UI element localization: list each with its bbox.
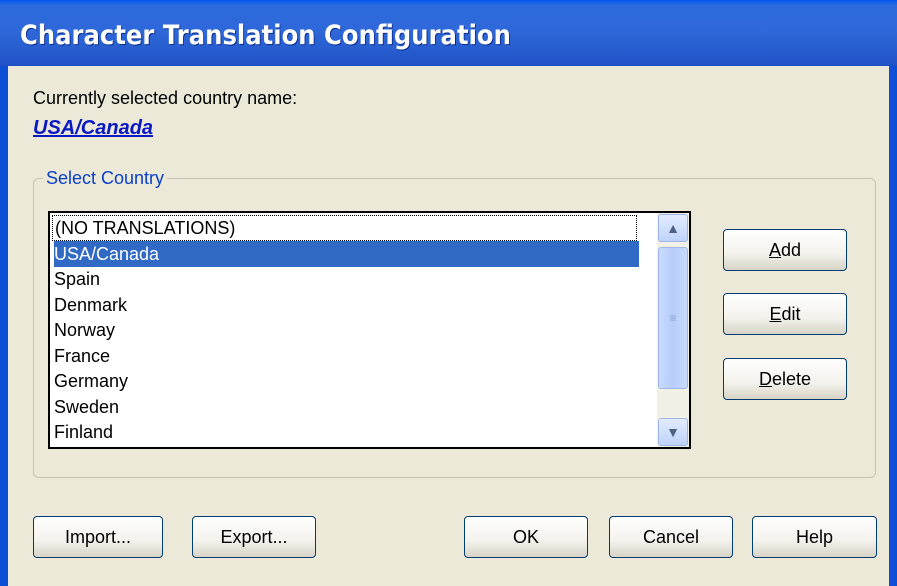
chevron-up-icon[interactable]: ▲ <box>658 214 688 242</box>
edit-button-mnemonic: E <box>769 304 782 324</box>
list-item[interactable]: (NO TRANSLATIONS) <box>52 215 637 241</box>
list-item[interactable]: USA/Canada <box>54 240 639 267</box>
export-button[interactable]: Export... <box>192 516 316 558</box>
list-item[interactable]: Norway <box>54 317 639 343</box>
chevron-down-icon[interactable]: ▼ <box>658 418 688 446</box>
window-title: Character Translation Configuration <box>20 20 511 51</box>
current-country-value: USA/Canada <box>33 117 154 139</box>
list-item[interactable]: Denmark <box>54 292 639 318</box>
delete-button-label: elete <box>771 369 812 389</box>
import-button[interactable]: Import... <box>33 516 163 558</box>
ok-button[interactable]: OK <box>464 516 588 558</box>
list-item[interactable]: Spain <box>54 266 639 292</box>
listbox-scrollbar[interactable]: ▲ ≡ ▼ <box>657 213 689 447</box>
dialog-window: Character Translation Configuration Curr… <box>0 0 897 586</box>
add-button-mnemonic: A <box>768 240 781 260</box>
window-frame-right <box>889 66 897 586</box>
edit-button-label: dit <box>781 304 801 324</box>
delete-button[interactable]: Delete <box>723 358 847 400</box>
country-listbox[interactable]: (NO TRANSLATIONS) USA/Canada Spain Denmark N… <box>48 211 691 449</box>
list-item[interactable]: France <box>54 343 639 369</box>
add-button-label: dd <box>780 240 802 260</box>
window-frame-left <box>0 66 8 586</box>
edit-button[interactable]: Edit <box>723 293 847 335</box>
list-item[interactable]: Germany <box>54 368 639 394</box>
scrollbar-thumb[interactable]: ≡ <box>658 247 688 389</box>
delete-button-mnemonic: D <box>758 369 772 389</box>
list-item[interactable]: Sweden <box>54 394 639 420</box>
cancel-button[interactable]: Cancel <box>609 516 733 558</box>
title-bar[interactable]: Character Translation Configuration <box>0 0 897 66</box>
help-button[interactable]: Help <box>752 516 877 558</box>
select-country-legend: Select Country <box>43 168 168 189</box>
add-button[interactable]: Add <box>723 229 847 271</box>
current-country-label: Currently selected country name: <box>33 88 298 108</box>
list-item[interactable]: Finland <box>54 419 639 445</box>
